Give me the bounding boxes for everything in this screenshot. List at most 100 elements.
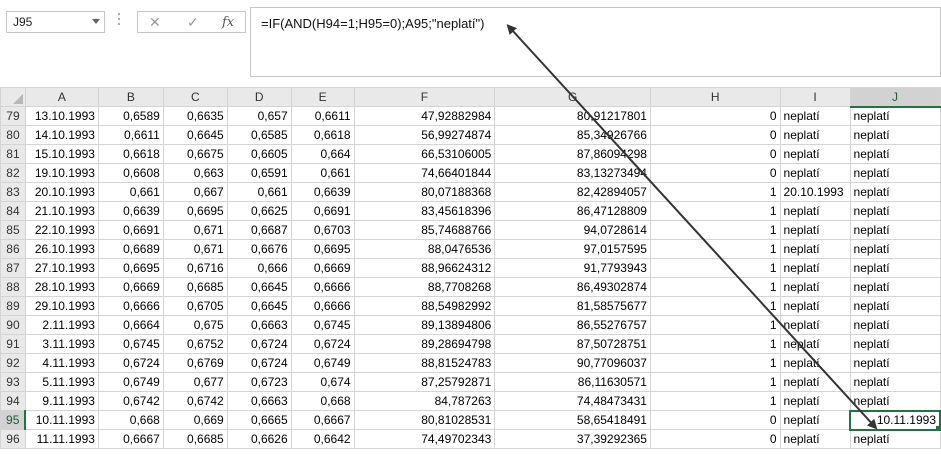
cell-b94[interactable]: 0,6742 <box>97 391 164 411</box>
cell-f80[interactable]: 56,99274874 <box>353 125 496 145</box>
row-header[interactable]: 91 <box>0 334 26 354</box>
cell-f79[interactable]: 47,92882984 <box>353 106 496 126</box>
formula-bar[interactable]: =IF(AND(H94=1;H95=0);A95;"neplatí") <box>250 7 941 77</box>
cell-e88[interactable]: 0,6666 <box>290 277 355 297</box>
cell-h85[interactable]: 1 <box>649 220 781 240</box>
cell-b87[interactable]: 0,6695 <box>97 258 164 278</box>
cell-c96[interactable]: 0,6685 <box>162 429 228 449</box>
cell-h96[interactable]: 0 <box>649 429 781 449</box>
cell-j94[interactable]: neplatí <box>849 391 941 411</box>
cell-a90[interactable]: 2.11.1993 <box>24 315 99 335</box>
column-header-e[interactable]: E <box>290 87 355 107</box>
row-header[interactable]: 93 <box>0 372 26 392</box>
cell-e84[interactable]: 0,6691 <box>290 201 355 221</box>
cell-j82[interactable]: neplatí <box>849 163 941 183</box>
cell-f94[interactable]: 84,787263 <box>353 391 496 411</box>
cell-g80[interactable]: 85,34926766 <box>494 125 651 145</box>
cell-d92[interactable]: 0,6724 <box>226 353 292 373</box>
cell-e93[interactable]: 0,674 <box>290 372 355 392</box>
cell-a94[interactable]: 9.11.1993 <box>24 391 99 411</box>
cell-e83[interactable]: 0,6639 <box>290 182 355 202</box>
cell-j86[interactable]: neplatí <box>849 239 941 259</box>
cell-f86[interactable]: 88,0476536 <box>353 239 496 259</box>
cell-d81[interactable]: 0,6605 <box>226 144 292 164</box>
cell-f93[interactable]: 87,25792871 <box>353 372 496 392</box>
cell-g96[interactable]: 37,39292365 <box>494 429 651 449</box>
cell-j89[interactable]: neplatí <box>849 296 941 316</box>
row-header[interactable]: 84 <box>0 201 26 221</box>
cell-g84[interactable]: 86,47128809 <box>494 201 651 221</box>
cell-a81[interactable]: 15.10.1993 <box>24 144 99 164</box>
cell-g85[interactable]: 94,0728614 <box>494 220 651 240</box>
cell-g92[interactable]: 90,77096037 <box>494 353 651 373</box>
cell-f90[interactable]: 89,13894806 <box>353 315 496 335</box>
cell-a91[interactable]: 3.11.1993 <box>24 334 99 354</box>
column-header-f[interactable]: F <box>353 87 496 107</box>
cell-b92[interactable]: 0,6724 <box>97 353 164 373</box>
chevron-down-icon[interactable] <box>92 19 100 24</box>
cell-a79[interactable]: 13.10.1993 <box>24 106 99 126</box>
cell-h79[interactable]: 0 <box>649 106 781 126</box>
enter-icon[interactable]: ✓ <box>187 14 199 31</box>
cell-h88[interactable]: 1 <box>649 277 781 297</box>
cell-j95[interactable]: 10.11.1993 <box>849 409 941 431</box>
cell-e80[interactable]: 0,6618 <box>290 125 355 145</box>
cell-f89[interactable]: 88,54982992 <box>353 296 496 316</box>
cell-i88[interactable]: neplatí <box>779 277 851 297</box>
cell-d95[interactable]: 0,6665 <box>226 410 292 430</box>
cell-a89[interactable]: 29.10.1993 <box>24 296 99 316</box>
cell-j80[interactable]: neplatí <box>849 125 941 145</box>
column-header-i[interactable]: I <box>779 87 851 107</box>
cell-b90[interactable]: 0,6664 <box>97 315 164 335</box>
cell-d80[interactable]: 0,6585 <box>226 125 292 145</box>
cell-e89[interactable]: 0,6666 <box>290 296 355 316</box>
cell-j92[interactable]: neplatí <box>849 353 941 373</box>
cell-b93[interactable]: 0,6749 <box>97 372 164 392</box>
cell-d83[interactable]: 0,661 <box>226 182 292 202</box>
cell-d89[interactable]: 0,6645 <box>226 296 292 316</box>
cell-g81[interactable]: 87,86094298 <box>494 144 651 164</box>
cell-f96[interactable]: 74,49702343 <box>353 429 496 449</box>
cell-e96[interactable]: 0,6642 <box>290 429 355 449</box>
cell-e87[interactable]: 0,6669 <box>290 258 355 278</box>
column-header-g[interactable]: G <box>494 87 651 107</box>
cell-c88[interactable]: 0,6685 <box>162 277 228 297</box>
cell-h93[interactable]: 1 <box>649 372 781 392</box>
cell-a96[interactable]: 11.11.1993 <box>24 429 99 449</box>
row-header[interactable]: 81 <box>0 144 26 164</box>
row-header[interactable]: 87 <box>0 258 26 278</box>
cell-i92[interactable]: neplatí <box>779 353 851 373</box>
cell-d90[interactable]: 0,6663 <box>226 315 292 335</box>
cell-e90[interactable]: 0,6745 <box>290 315 355 335</box>
cell-j85[interactable]: neplatí <box>849 220 941 240</box>
cell-h87[interactable]: 1 <box>649 258 781 278</box>
cell-d88[interactable]: 0,6645 <box>226 277 292 297</box>
row-header[interactable]: 82 <box>0 163 26 183</box>
cell-d87[interactable]: 0,666 <box>226 258 292 278</box>
cell-a92[interactable]: 4.11.1993 <box>24 353 99 373</box>
cell-h86[interactable]: 1 <box>649 239 781 259</box>
cell-c86[interactable]: 0,671 <box>162 239 228 259</box>
cell-d84[interactable]: 0,6625 <box>226 201 292 221</box>
name-box[interactable]: J95 <box>6 11 105 33</box>
cell-d85[interactable]: 0,6687 <box>226 220 292 240</box>
cell-d96[interactable]: 0,6626 <box>226 429 292 449</box>
cell-g87[interactable]: 91,7793943 <box>494 258 651 278</box>
cell-j88[interactable]: neplatí <box>849 277 941 297</box>
cell-e94[interactable]: 0,668 <box>290 391 355 411</box>
cell-g86[interactable]: 97,0157595 <box>494 239 651 259</box>
row-header[interactable]: 95 <box>0 410 27 430</box>
cell-h89[interactable]: 1 <box>649 296 781 316</box>
cell-i94[interactable]: neplatí <box>779 391 851 411</box>
cell-g82[interactable]: 83,13273494 <box>494 163 651 183</box>
cell-c95[interactable]: 0,669 <box>162 410 228 430</box>
cell-i81[interactable]: neplatí <box>779 144 851 164</box>
cell-f85[interactable]: 85,74688766 <box>353 220 496 240</box>
cell-j87[interactable]: neplatí <box>849 258 941 278</box>
cell-i80[interactable]: neplatí <box>779 125 851 145</box>
cell-g95[interactable]: 58,65418491 <box>494 410 651 430</box>
cell-f84[interactable]: 83,45618396 <box>353 201 496 221</box>
cell-f83[interactable]: 80,07188368 <box>353 182 496 202</box>
cell-j84[interactable]: neplatí <box>849 201 941 221</box>
column-header-d[interactable]: D <box>226 87 292 107</box>
